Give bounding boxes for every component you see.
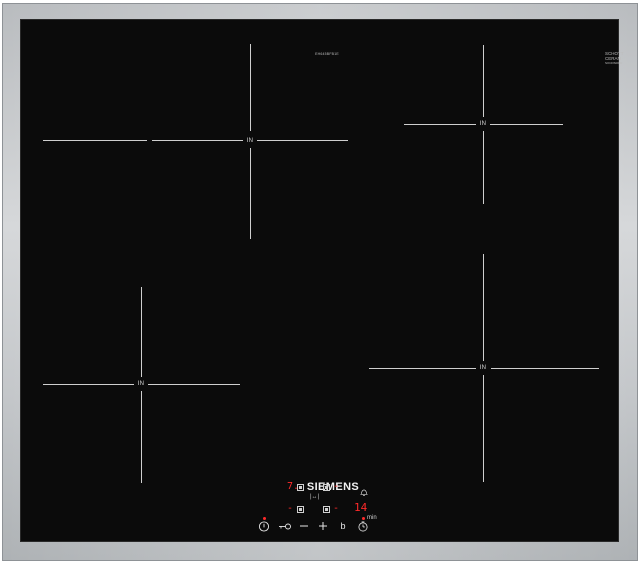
zone-label: IN: [479, 365, 487, 371]
power-indicator: [263, 517, 266, 520]
zone-label: IN: [479, 121, 487, 127]
glass-cooktop: EH645BFB1E SCHOTT CERAN SOCDS0000 IN IN …: [20, 19, 624, 542]
plus-icon[interactable]: [318, 521, 328, 531]
timer-icon[interactable]: [358, 521, 369, 532]
zone-select-lower-left[interactable]: [297, 506, 304, 513]
zone-select-upper-left[interactable]: [297, 484, 304, 491]
zone-select-lower-right[interactable]: [323, 506, 330, 513]
display-rear-right: -: [333, 481, 340, 492]
display-rear-left: -: [287, 503, 294, 514]
childlock-icon[interactable]: [278, 522, 292, 531]
boost-icon[interactable]: b: [340, 521, 345, 531]
power-icon[interactable]: [258, 521, 270, 532]
zone-select-upper-right[interactable]: [323, 484, 330, 491]
bell-icon[interactable]: [360, 488, 369, 497]
zone-label: IN: [246, 138, 254, 144]
zone-label: IN: [137, 381, 145, 387]
minus-icon[interactable]: [299, 521, 309, 531]
timer-display: 14: [354, 501, 368, 514]
timer-indicator: [362, 517, 365, 520]
pot-detect-icon: |↔|: [310, 494, 320, 500]
display-front-right: -: [333, 503, 340, 514]
schott-ceran-logo: SCHOTT CERAN SOCDS0000: [605, 51, 624, 65]
model-code: EH645BFB1E: [315, 52, 339, 56]
